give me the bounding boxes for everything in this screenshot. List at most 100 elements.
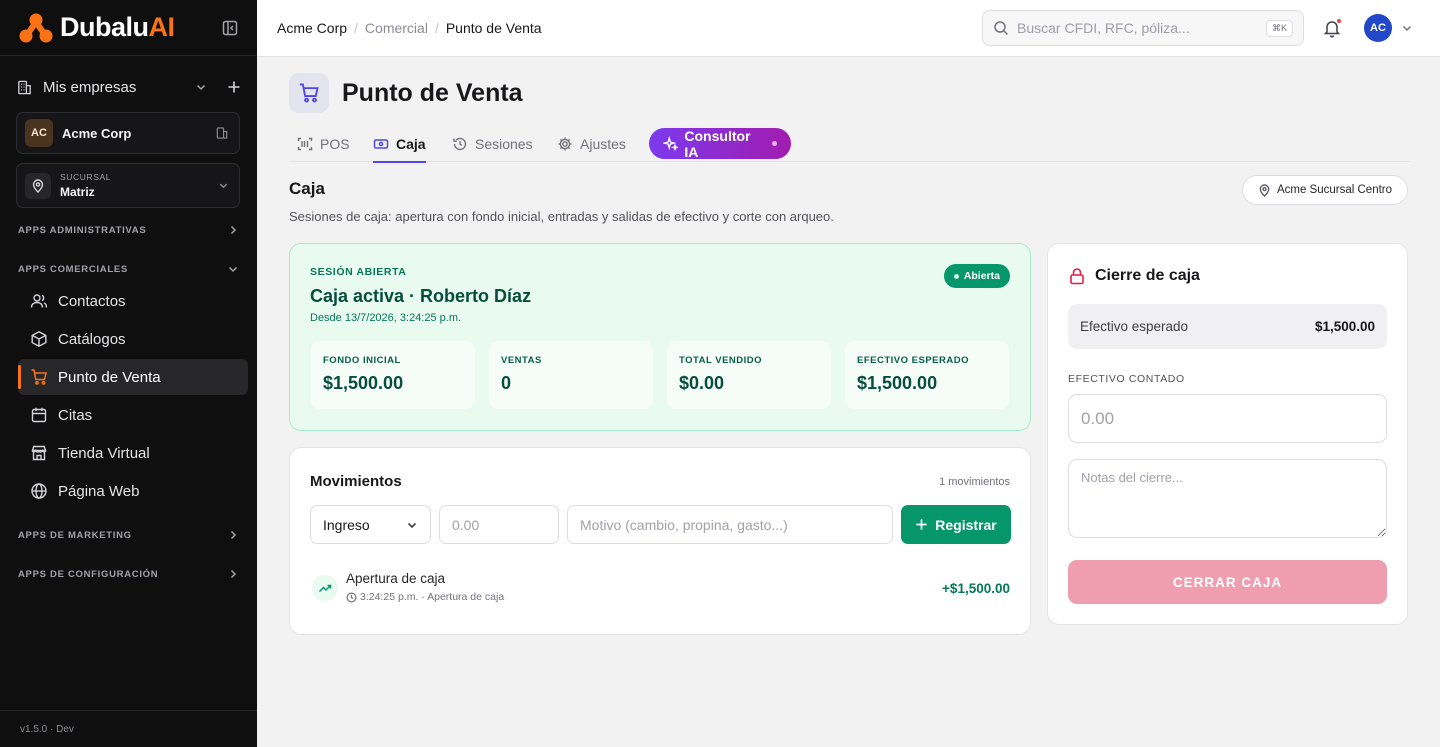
- sidebar-item-label: Contactos: [58, 292, 126, 310]
- movement-amount-input[interactable]: [439, 505, 559, 544]
- tab-label: Consultor IA: [684, 127, 751, 160]
- stat-value: $1,500.00: [323, 373, 404, 393]
- sidebar-item-contactos[interactable]: Contactos: [18, 283, 248, 319]
- chevron-down-icon: [407, 522, 417, 528]
- movements-title: Movimientos: [310, 473, 402, 490]
- status-dot: [953, 273, 959, 279]
- company-name: Acme Corp: [62, 125, 132, 141]
- calendar-icon: [31, 407, 47, 423]
- chevron-right-icon: [230, 530, 237, 540]
- plus-icon[interactable]: [227, 80, 241, 94]
- section-title: Caja: [289, 179, 325, 198]
- user-avatar[interactable]: AC: [1364, 14, 1392, 42]
- movement-meta: 3:24:25 p.m. · Apertura de caja: [346, 591, 504, 603]
- tab-consultor-ia[interactable]: Consultor IA: [649, 127, 791, 160]
- lock-icon: [1070, 268, 1084, 285]
- tab-pos[interactable]: POS: [297, 126, 350, 162]
- status-badge-label: Abierta: [963, 270, 1000, 282]
- banknote-icon: [373, 139, 389, 149]
- sidebar-item-label: Citas: [58, 406, 93, 424]
- tab-caja[interactable]: Caja: [373, 126, 426, 163]
- search-input[interactable]: [1017, 20, 1266, 36]
- register-button-label: Registrar: [935, 516, 997, 533]
- movement-type-select[interactable]: Ingreso: [310, 505, 431, 544]
- building-icon: [216, 127, 228, 139]
- movement-amount: +$1,500.00: [942, 581, 1010, 596]
- trending-up-icon: [312, 575, 338, 601]
- section-description: Sesiones de caja: apertura con fondo ini…: [289, 209, 834, 224]
- tab-label: Ajustes: [580, 136, 626, 152]
- counted-cash-input[interactable]: [1068, 394, 1387, 443]
- history-icon: [453, 137, 467, 151]
- stat-fondo-inicial: FONDO INICIAL $1,500.00: [311, 341, 475, 409]
- sidebar-item-tienda-virtual[interactable]: Tienda Virtual: [18, 435, 248, 471]
- sparkles-icon: [663, 135, 679, 151]
- cart-icon: [31, 369, 47, 385]
- close-notes-textarea[interactable]: [1068, 459, 1387, 538]
- tab-bar: POS Caja Sesiones Ajustes: [289, 126, 1410, 163]
- section-label: APPS ADMINISTRATIVAS: [18, 224, 147, 236]
- stat-label: TOTAL VENDIDO: [679, 355, 763, 366]
- stat-value: $1,500.00: [857, 373, 938, 393]
- stat-efectivo-esperado: EFECTIVO ESPERADO $1,500.00: [845, 341, 1009, 409]
- sidebar: DubaluAI Mis empresas AC Acme Corp SUCUR…: [0, 0, 257, 747]
- section-admin-apps[interactable]: APPS ADMINISTRATIVAS: [18, 222, 239, 238]
- movement-reason-input[interactable]: [567, 505, 893, 544]
- notifications-button[interactable]: [1321, 17, 1343, 39]
- building-icon: [18, 80, 31, 94]
- breadcrumb-item[interactable]: Acme Corp: [277, 20, 347, 36]
- users-icon: [30, 294, 48, 308]
- chevron-down-icon[interactable]: [195, 81, 207, 93]
- breadcrumb-current: Punto de Venta: [445, 20, 542, 36]
- global-search[interactable]: ⌘K: [982, 10, 1304, 46]
- stat-label: FONDO INICIAL: [323, 355, 401, 366]
- chevron-down-icon: [219, 183, 228, 189]
- company-avatar: AC: [25, 119, 53, 147]
- sidebar-item-catalogos[interactable]: Catálogos: [18, 321, 248, 357]
- sidebar-item-citas[interactable]: Citas: [18, 397, 248, 433]
- sidebar-item-pagina-web[interactable]: Página Web: [18, 473, 248, 509]
- session-title: Caja activa · Roberto Díaz: [310, 286, 532, 306]
- movements-count: 1 movimientos: [939, 476, 1010, 488]
- stat-value: 0: [501, 373, 512, 393]
- logo-text: DubaluAI: [60, 12, 175, 42]
- tab-ajustes[interactable]: Ajustes: [557, 126, 626, 162]
- close-register-button[interactable]: CERRAR CAJA: [1068, 560, 1387, 604]
- branch-pill-label: Acme Sucursal Centro: [1276, 184, 1393, 196]
- notification-dot: [1336, 18, 1342, 24]
- branch-value: Matriz: [60, 185, 95, 199]
- close-register-header: Cierre de caja: [1068, 267, 1200, 285]
- map-pin-icon: [25, 172, 51, 199]
- companies-label: Mis empresas: [43, 78, 137, 96]
- breadcrumb-item[interactable]: Comercial: [365, 20, 428, 36]
- page-icon: [289, 73, 329, 113]
- stat-total-vendido: TOTAL VENDIDO $0.00: [667, 341, 831, 409]
- branch-pill[interactable]: Acme Sucursal Centro: [1242, 175, 1408, 205]
- chevron-right-icon: [230, 225, 237, 235]
- sidebar-header: DubaluAI: [0, 0, 257, 56]
- section-config-apps[interactable]: APPS DE CONFIGURACIÓN: [18, 566, 239, 582]
- chevron-down-icon[interactable]: [1401, 22, 1413, 34]
- sidebar-collapse-icon[interactable]: [221, 19, 239, 37]
- expected-cash-label: Efectivo esperado: [1080, 319, 1189, 334]
- sidebar-item-label: Tienda Virtual: [58, 444, 150, 462]
- box-icon: [31, 331, 47, 347]
- company-card[interactable]: AC Acme Corp: [16, 112, 240, 154]
- section-marketing-apps[interactable]: APPS DE MARKETING: [18, 527, 239, 543]
- movement-name: Apertura de caja: [346, 571, 446, 586]
- map-pin-icon: [1259, 183, 1270, 197]
- companies-selector[interactable]: Mis empresas: [16, 74, 241, 100]
- counted-cash-label: EFECTIVO CONTADO: [1068, 373, 1185, 385]
- tab-label: Caja: [396, 136, 426, 152]
- section-commercial-apps[interactable]: APPS COMERCIALES: [18, 261, 239, 277]
- expected-cash-row: Efectivo esperado $1,500.00: [1068, 304, 1387, 349]
- tab-sesiones[interactable]: Sesiones: [452, 126, 533, 162]
- sidebar-item-punto-de-venta[interactable]: Punto de Venta: [18, 359, 248, 395]
- clock-icon: [346, 592, 357, 602]
- store-icon: [31, 445, 47, 461]
- movement-meta-text: 3:24:25 p.m. · Apertura de caja: [360, 591, 505, 603]
- branch-selector[interactable]: SUCURSAL Matriz: [16, 163, 240, 208]
- register-button[interactable]: Registrar: [901, 505, 1011, 544]
- tab-label: POS: [320, 136, 350, 152]
- stat-ventas: VENTAS 0: [489, 341, 653, 409]
